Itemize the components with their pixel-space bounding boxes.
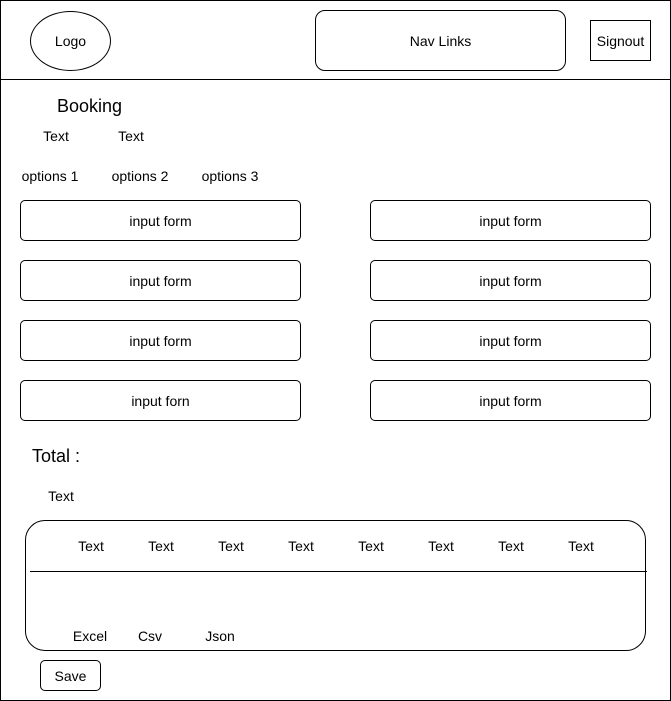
option-2[interactable]: options 2 bbox=[112, 169, 169, 183]
save-label: Save bbox=[54, 667, 87, 684]
input-label: input form bbox=[129, 272, 192, 289]
input-field[interactable]: input form bbox=[370, 260, 651, 301]
page-title: Booking bbox=[57, 96, 123, 116]
export-json[interactable]: Json bbox=[205, 629, 235, 643]
table-header: Text bbox=[428, 538, 454, 554]
input-field[interactable]: input form bbox=[370, 380, 651, 421]
signout-label: Signout bbox=[596, 32, 645, 49]
export-excel[interactable]: Excel bbox=[73, 629, 107, 643]
save-button[interactable]: Save bbox=[40, 660, 101, 691]
input-label: input form bbox=[479, 392, 542, 409]
data-table bbox=[25, 520, 646, 651]
input-label: input form bbox=[479, 212, 542, 229]
input-field[interactable]: input forn bbox=[20, 380, 301, 421]
input-label: input form bbox=[129, 212, 192, 229]
option-3[interactable]: options 3 bbox=[202, 169, 259, 183]
table-header: Text bbox=[358, 538, 384, 554]
logo[interactable]: Logo bbox=[30, 11, 111, 71]
total-text: Text bbox=[48, 488, 74, 504]
input-label: input form bbox=[479, 272, 542, 289]
option-1[interactable]: options 1 bbox=[22, 169, 79, 183]
input-field[interactable]: input form bbox=[20, 320, 301, 361]
table-header: Text bbox=[148, 538, 174, 554]
input-label: input form bbox=[479, 332, 542, 349]
booking-text-1: Text bbox=[43, 128, 69, 144]
header-divider bbox=[0, 79, 671, 80]
input-field[interactable]: input form bbox=[370, 200, 651, 241]
input-label: input forn bbox=[131, 392, 190, 409]
total-label: Total : bbox=[32, 446, 81, 466]
export-csv[interactable]: Csv bbox=[138, 629, 162, 643]
input-field[interactable]: input form bbox=[20, 200, 301, 241]
table-header: Text bbox=[288, 538, 314, 554]
table-header: Text bbox=[78, 538, 104, 554]
table-header: Text bbox=[568, 538, 594, 554]
table-header: Text bbox=[498, 538, 524, 554]
booking-text-2: Text bbox=[118, 128, 144, 144]
logo-text: Logo bbox=[54, 33, 87, 49]
table-divider bbox=[30, 571, 647, 572]
input-label: input form bbox=[129, 332, 192, 349]
signout-button[interactable]: Signout bbox=[590, 20, 651, 61]
table-header: Text bbox=[218, 538, 244, 554]
input-field[interactable]: input form bbox=[370, 320, 651, 361]
input-field[interactable]: input form bbox=[20, 260, 301, 301]
nav-links-label: Nav Links bbox=[409, 32, 472, 49]
nav-links[interactable]: Nav Links bbox=[315, 10, 566, 71]
